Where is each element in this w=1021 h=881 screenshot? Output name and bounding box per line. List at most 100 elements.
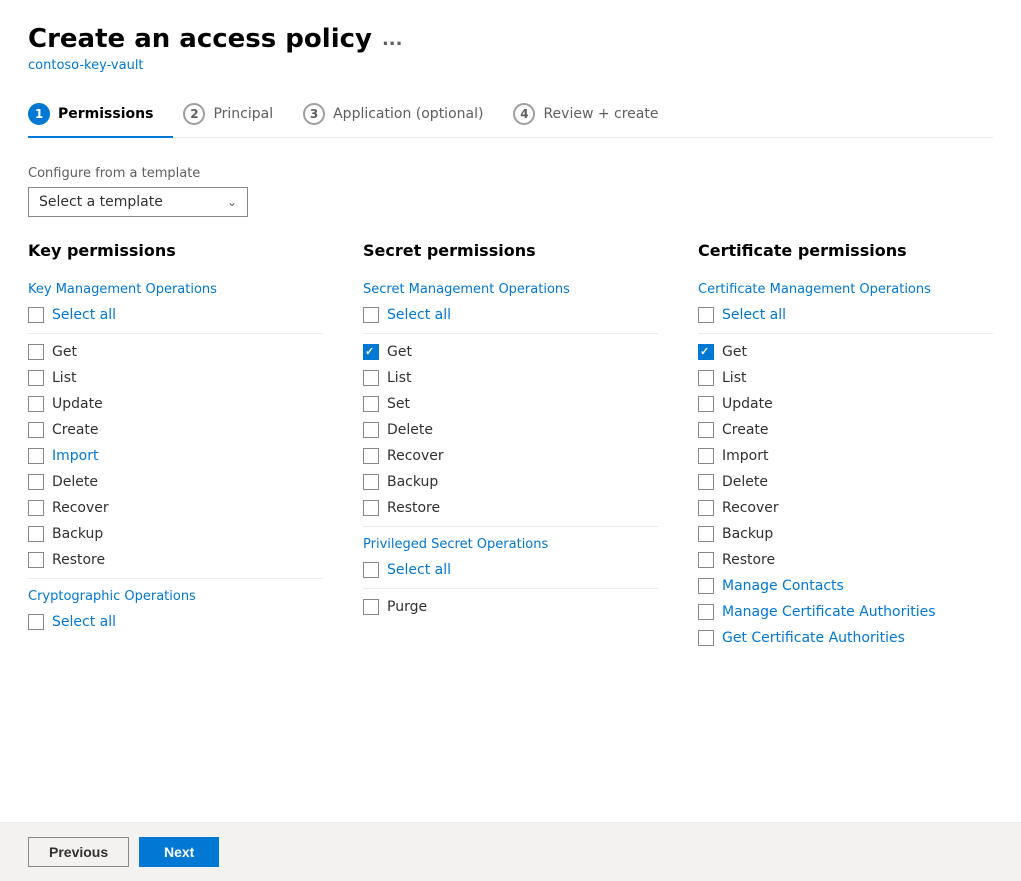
cert-get-label[interactable]: Get xyxy=(722,344,747,360)
sec-purge-checkbox[interactable] xyxy=(363,599,379,615)
key-update-label[interactable]: Update xyxy=(52,396,103,412)
sec-select-all-label[interactable]: Select all xyxy=(387,307,451,323)
cert-get-checkbox[interactable] xyxy=(698,344,714,360)
key-crypto-select-all-label[interactable]: Select all xyxy=(52,614,116,630)
key-restore-label[interactable]: Restore xyxy=(52,552,105,568)
key-import-label[interactable]: Import xyxy=(52,448,98,464)
key-select-all-label[interactable]: Select all xyxy=(52,307,116,323)
sec-delete-checkbox[interactable] xyxy=(363,422,379,438)
cert-select-all-label[interactable]: Select all xyxy=(722,307,786,323)
cert-list-label[interactable]: List xyxy=(722,370,746,386)
key-management-ops-title: Key Management Operations xyxy=(28,282,323,297)
key-import-checkbox[interactable] xyxy=(28,448,44,464)
key-update-checkbox[interactable] xyxy=(28,396,44,412)
cert-import-checkbox[interactable] xyxy=(698,448,714,464)
sec-select-all-checkbox[interactable] xyxy=(363,307,379,323)
cert-update-label[interactable]: Update xyxy=(722,396,773,412)
sec-priv-select-all-checkbox[interactable] xyxy=(363,562,379,578)
more-options-icon[interactable]: ... xyxy=(382,29,403,50)
sec-purge-item: Purge xyxy=(363,599,658,615)
step-review-create[interactable]: 4 Review + create xyxy=(513,93,678,137)
template-section: Configure from a template Select a templ… xyxy=(28,166,993,217)
cert-select-all-checkbox[interactable] xyxy=(698,307,714,323)
sec-restore-item: Restore xyxy=(363,500,658,516)
secret-permissions-col: Secret permissions Secret Management Ope… xyxy=(363,241,658,656)
cert-delete-checkbox[interactable] xyxy=(698,474,714,490)
cert-delete-label[interactable]: Delete xyxy=(722,474,768,490)
key-get-checkbox[interactable] xyxy=(28,344,44,360)
key-delete-item: Delete xyxy=(28,474,323,490)
sec-delete-label[interactable]: Delete xyxy=(387,422,433,438)
key-create-label[interactable]: Create xyxy=(52,422,99,438)
key-delete-checkbox[interactable] xyxy=(28,474,44,490)
key-recover-label[interactable]: Recover xyxy=(52,500,109,516)
key-crypto-select-all-item: Select all xyxy=(28,614,323,630)
cert-backup-checkbox[interactable] xyxy=(698,526,714,542)
sec-get-label[interactable]: Get xyxy=(387,344,412,360)
cert-manage-ca-checkbox[interactable] xyxy=(698,604,714,620)
key-restore-checkbox[interactable] xyxy=(28,552,44,568)
sec-purge-label[interactable]: Purge xyxy=(387,599,427,615)
key-crypto-select-all-checkbox[interactable] xyxy=(28,614,44,630)
cert-backup-label[interactable]: Backup xyxy=(722,526,773,542)
previous-button[interactable]: Previous xyxy=(28,837,129,867)
sec-restore-label[interactable]: Restore xyxy=(387,500,440,516)
permissions-grid: Key permissions Key Management Operation… xyxy=(28,241,993,656)
footer: Previous Next xyxy=(0,822,1021,881)
key-backup-label[interactable]: Backup xyxy=(52,526,103,542)
sec-set-checkbox[interactable] xyxy=(363,396,379,412)
sec-recover-item: Recover xyxy=(363,448,658,464)
cert-restore-label[interactable]: Restore xyxy=(722,552,775,568)
wizard-steps: 1 Permissions 2 Principal 3 Application … xyxy=(28,93,993,138)
key-permissions-col: Key permissions Key Management Operation… xyxy=(28,241,323,656)
cert-import-label[interactable]: Import xyxy=(722,448,768,464)
cert-manage-contacts-label[interactable]: Manage Contacts xyxy=(722,578,844,594)
step-application[interactable]: 3 Application (optional) xyxy=(303,93,503,137)
key-backup-checkbox[interactable] xyxy=(28,526,44,542)
step-label-4: Review + create xyxy=(543,106,658,122)
key-delete-label[interactable]: Delete xyxy=(52,474,98,490)
step-permissions[interactable]: 1 Permissions xyxy=(28,93,173,137)
cert-delete-item: Delete xyxy=(698,474,993,490)
key-list-item: List xyxy=(28,370,323,386)
key-recover-checkbox[interactable] xyxy=(28,500,44,516)
next-button[interactable]: Next xyxy=(139,837,219,867)
sec-restore-checkbox[interactable] xyxy=(363,500,379,516)
sec-backup-checkbox[interactable] xyxy=(363,474,379,490)
cert-recover-label[interactable]: Recover xyxy=(722,500,779,516)
cert-create-checkbox[interactable] xyxy=(698,422,714,438)
key-list-label[interactable]: List xyxy=(52,370,76,386)
sec-list-checkbox[interactable] xyxy=(363,370,379,386)
cert-get-ca-label[interactable]: Get Certificate Authorities xyxy=(722,630,905,646)
cert-create-item: Create xyxy=(698,422,993,438)
sec-priv-select-all-label[interactable]: Select all xyxy=(387,562,451,578)
key-create-checkbox[interactable] xyxy=(28,422,44,438)
key-select-all-checkbox[interactable] xyxy=(28,307,44,323)
sec-recover-label[interactable]: Recover xyxy=(387,448,444,464)
cert-manage-ca-label[interactable]: Manage Certificate Authorities xyxy=(722,604,936,620)
sec-list-label[interactable]: List xyxy=(387,370,411,386)
step-principal[interactable]: 2 Principal xyxy=(183,93,293,137)
cert-manage-contacts-checkbox[interactable] xyxy=(698,578,714,594)
step-label-1: Permissions xyxy=(58,106,153,122)
cert-list-checkbox[interactable] xyxy=(698,370,714,386)
cert-restore-checkbox[interactable] xyxy=(698,552,714,568)
cert-recover-checkbox[interactable] xyxy=(698,500,714,516)
key-restore-item: Restore xyxy=(28,552,323,568)
key-list-checkbox[interactable] xyxy=(28,370,44,386)
cert-create-label[interactable]: Create xyxy=(722,422,769,438)
sec-backup-item: Backup xyxy=(363,474,658,490)
sec-get-checkbox[interactable] xyxy=(363,344,379,360)
cert-select-all-item: Select all xyxy=(698,307,993,323)
key-get-label[interactable]: Get xyxy=(52,344,77,360)
sec-set-label[interactable]: Set xyxy=(387,396,410,412)
sec-select-all-item: Select all xyxy=(363,307,658,323)
sec-backup-label[interactable]: Backup xyxy=(387,474,438,490)
cert-update-checkbox[interactable] xyxy=(698,396,714,412)
template-dropdown[interactable]: Select a template ⌄ xyxy=(28,187,248,217)
subtitle-link[interactable]: contoso-key-vault xyxy=(28,58,993,73)
cert-get-ca-checkbox[interactable] xyxy=(698,630,714,646)
step-circle-4: 4 xyxy=(513,103,535,125)
sec-recover-checkbox[interactable] xyxy=(363,448,379,464)
step-circle-1: 1 xyxy=(28,103,50,125)
